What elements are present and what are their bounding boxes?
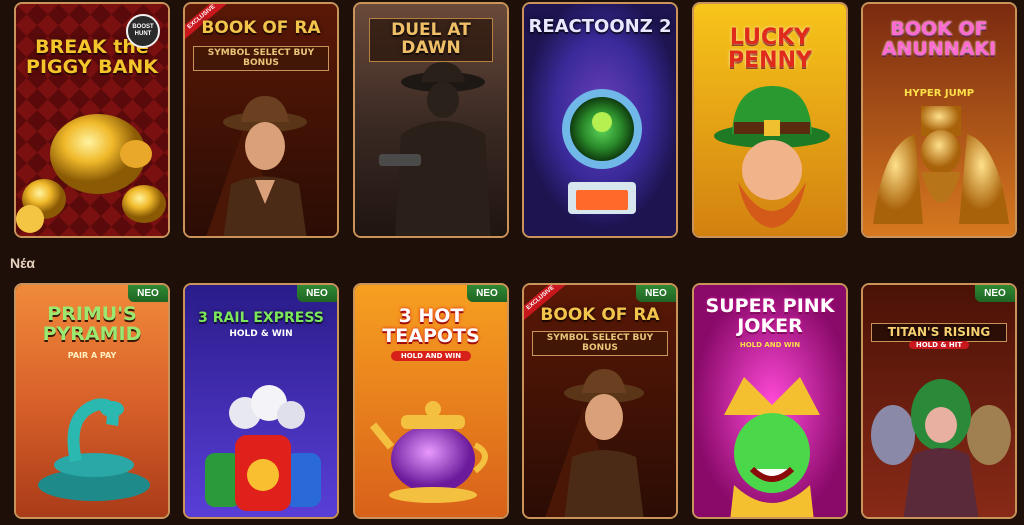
game-title: DUEL AT DAWN <box>369 18 493 62</box>
new-badge: NEO <box>128 285 168 302</box>
game-card-break-the-piggy-bank[interactable]: BREAK the PIGGY BANK BOOST HUNT <box>14 2 170 238</box>
new-badge: NEO <box>297 285 337 302</box>
game-title: PRIMU'S PYRAMID <box>42 303 142 345</box>
game-title: SUPER PINK JOKER <box>705 295 835 337</box>
game-title: 3 HOT TEAPOTS <box>382 305 480 347</box>
game-subtitle: HOLD AND WIN <box>739 341 801 349</box>
game-title: BOOK OF ANUNNAKI <box>881 18 997 60</box>
game-subtitle: PAIR A PAY <box>67 351 117 360</box>
adventurer-art <box>185 4 337 236</box>
section-title-new: Νέα <box>10 255 36 271</box>
new-badge: NEO <box>467 285 507 302</box>
game-subtitle: HOLD & HIT <box>909 341 969 350</box>
game-subtitle: SYMBOL SELECT BUY BONUS <box>193 46 329 71</box>
game-card-primus-pyramid[interactable]: NEO PRIMU'S PYRAMID PAIR A PAY <box>14 283 170 519</box>
alien-machine-art <box>524 4 676 236</box>
game-subtitle: HOLD & WIN <box>229 329 293 339</box>
game-card-titans-rising[interactable]: NEO TITAN'S RISING HOLD & HIT <box>861 283 1017 519</box>
game-title: TITAN'S RISING <box>871 323 1007 342</box>
game-card-lucky-penny[interactable]: LUCKY PENNY <box>692 2 848 238</box>
game-card-book-of-ra-new[interactable]: NEO EXCLUSIVE BOOK OF RA SYMBOL SELECT B… <box>522 283 678 519</box>
game-card-super-pink-joker[interactable]: SUPER PINK JOKER HOLD AND WIN <box>692 283 848 519</box>
game-subtitle: HOLD AND WIN <box>391 351 471 362</box>
boost-hunt-badge: BOOST HUNT <box>126 14 160 48</box>
game-title: BOOK OF RA <box>201 18 321 38</box>
game-title: 3 RAIL EXPRESS <box>198 310 324 326</box>
game-card-book-of-anunnaki[interactable]: BOOK OF ANUNNAKI HYPER JUMP <box>861 2 1017 238</box>
game-card-3-rail-express[interactable]: NEO 3 RAIL EXPRESS HOLD & WIN <box>183 283 339 519</box>
game-row-new: NEO PRIMU'S PYRAMID PAIR A PAY NEO 3 RAI… <box>0 283 1024 523</box>
game-row-top: BREAK the PIGGY BANK BOOST HUNT EXCLUSIV… <box>0 2 1024 242</box>
game-card-book-of-ra[interactable]: EXCLUSIVE BOOK OF RA SYMBOL SELECT BUY B… <box>183 2 339 238</box>
game-title: REACTOONZ 2 <box>528 16 672 37</box>
game-subtitle: SYMBOL SELECT BUY BONUS <box>532 331 668 356</box>
game-card-duel-at-dawn[interactable]: DUEL AT DAWN <box>353 2 509 238</box>
new-badge: NEO <box>975 285 1015 302</box>
titans-art <box>863 285 1015 517</box>
game-subtitle: HYPER JUMP <box>903 88 975 99</box>
game-title: LUCKY PENNY <box>728 25 812 74</box>
new-badge: NEO <box>636 285 676 302</box>
game-card-3-hot-teapots[interactable]: NEO 3 HOT TEAPOTS HOLD AND WIN <box>353 283 509 519</box>
game-title: BOOK OF RA <box>540 305 660 325</box>
game-card-reactoonz-2[interactable]: REACTOONZ 2 <box>522 2 678 238</box>
